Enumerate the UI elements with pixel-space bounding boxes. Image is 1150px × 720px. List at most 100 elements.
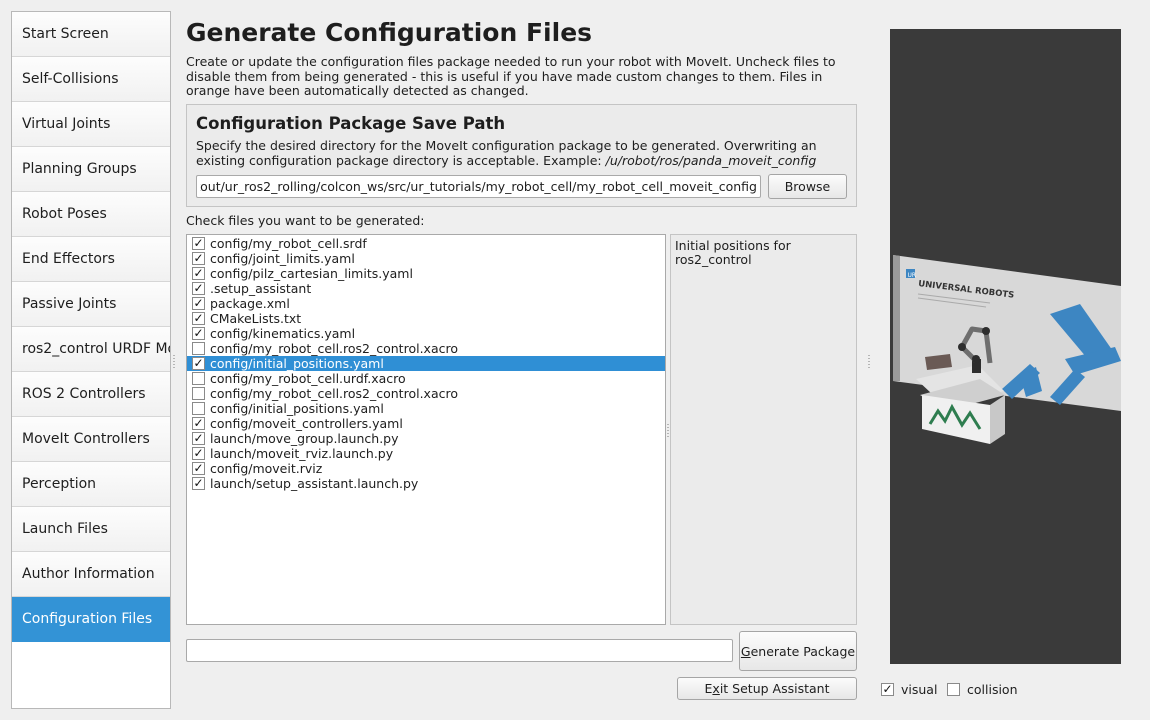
file-name: CMakeLists.txt	[210, 311, 302, 326]
file-name: config/moveit.rviz	[210, 461, 323, 476]
sidebar-item-planning-groups[interactable]: Planning Groups	[12, 147, 170, 192]
file-name: launch/move_group.launch.py	[210, 431, 399, 446]
file-checkbox[interactable]: ✓	[192, 357, 205, 370]
robot-3d-viewport[interactable]: UR UNIVERSAL ROBOTS	[890, 29, 1121, 664]
file-checkbox[interactable]: ✓	[192, 432, 205, 445]
viewport-splitter-handle[interactable]	[868, 355, 870, 369]
file-checkbox[interactable]: ✓	[192, 477, 205, 490]
sidebar-splitter-handle[interactable]	[173, 355, 175, 369]
file-checkbox[interactable]: ✓	[192, 327, 205, 340]
file-name: launch/setup_assistant.launch.py	[210, 476, 419, 491]
exit-mnemonic: x	[712, 681, 720, 696]
collision-checkbox[interactable]: collision	[947, 682, 1018, 697]
file-list-item[interactable]: config/my_robot_cell.ros2_control.xacro	[187, 341, 665, 356]
file-name: config/pilz_cartesian_limits.yaml	[210, 266, 413, 281]
file-list-item[interactable]: config/initial_positions.yaml	[187, 401, 665, 416]
file-list-item[interactable]: ✓ launch/moveit_rviz.launch.py	[187, 446, 665, 461]
robot-joint	[958, 343, 966, 351]
generate-package-button[interactable]: Generate Package	[739, 631, 857, 671]
file-checkbox[interactable]: ✓	[192, 417, 205, 430]
sidebar-item-author-information[interactable]: Author Information	[12, 552, 170, 597]
sidebar-item-virtual-joints[interactable]: Virtual Joints	[12, 102, 170, 147]
save-path-example: /u/robot/ros/panda_moveit_config	[605, 152, 817, 168]
file-list-item[interactable]: ✓ config/pilz_cartesian_limits.yaml	[187, 266, 665, 281]
file-name: config/my_robot_cell.urdf.xacro	[210, 371, 406, 386]
save-path-title: Configuration Package Save Path	[196, 114, 506, 133]
file-name: config/joint_limits.yaml	[210, 251, 355, 266]
sidebar-item-moveit-controllers[interactable]: MoveIt Controllers	[12, 417, 170, 462]
file-name: config/my_robot_cell.ros2_control.xacro	[210, 341, 458, 356]
file-name: launch/moveit_rviz.launch.py	[210, 446, 394, 461]
status-field[interactable]	[186, 639, 733, 662]
file-name: package.xml	[210, 296, 290, 311]
file-name: config/my_robot_cell.ros2_control.xacro	[210, 386, 458, 401]
file-list-item[interactable]: ✓ config/moveit_controllers.yaml	[187, 416, 665, 431]
poster-edge	[893, 255, 900, 381]
collision-checkbox-box[interactable]	[947, 683, 960, 696]
main-panel: Generate Configuration Files Create or u…	[186, 0, 858, 720]
file-checkbox[interactable]: ✓	[192, 252, 205, 265]
sidebar-item-perception[interactable]: Perception	[12, 462, 170, 507]
visual-checkbox-box[interactable]: ✓	[881, 683, 894, 696]
file-list-item[interactable]: ✓ launch/move_group.launch.py	[187, 431, 665, 446]
sidebar-item-start-screen[interactable]: Start Screen	[12, 12, 170, 57]
file-description-panel: Initial positions for ros2_control	[670, 234, 857, 625]
file-list-item[interactable]: ✓ CMakeLists.txt	[187, 311, 665, 326]
generate-label: enerate Package	[750, 643, 856, 659]
file-checkbox[interactable]: ✓	[192, 237, 205, 250]
file-list-item[interactable]: ✓ config/moveit.rviz	[187, 461, 665, 476]
file-name: config/initial_positions.yaml	[210, 356, 384, 371]
page-description: Create or update the configuration files…	[186, 54, 836, 98]
file-checkbox[interactable]: ✓	[192, 267, 205, 280]
save-path-description: Specify the desired directory for the Mo…	[196, 138, 851, 168]
browse-button[interactable]: Browse	[768, 174, 847, 199]
sidebar-item-ros2-control-urdf-mo[interactable]: ros2_control URDF Mo	[12, 327, 170, 372]
file-checkbox[interactable]	[192, 372, 205, 385]
exit-label: it Setup Assistant	[719, 681, 830, 696]
sidebar-item-ros-2-controllers[interactable]: ROS 2 Controllers	[12, 372, 170, 417]
file-checkbox[interactable]: ✓	[192, 282, 205, 295]
file-checkbox[interactable]	[192, 402, 205, 415]
save-path-input[interactable]	[196, 175, 761, 198]
file-list-item[interactable]: ✓ launch/setup_assistant.launch.py	[187, 476, 665, 491]
robot-scene: UR UNIVERSAL ROBOTS	[893, 255, 1121, 444]
file-list-item[interactable]: ✓ package.xml	[187, 296, 665, 311]
file-list-item[interactable]: ✓ config/kinematics.yaml	[187, 326, 665, 341]
sidebar: Start Screen Self-Collisions Virtual Joint…	[11, 11, 171, 709]
sidebar-item-launch-files[interactable]: Launch Files	[12, 507, 170, 552]
file-list-item[interactable]: ✓ .setup_assistant	[187, 281, 665, 296]
file-checkbox[interactable]: ✓	[192, 462, 205, 475]
robot-joint	[972, 355, 980, 363]
visual-label: visual	[901, 682, 938, 697]
sidebar-item-passive-joints[interactable]: Passive Joints	[12, 282, 170, 327]
file-checkbox[interactable]	[192, 342, 205, 355]
sidebar-item-robot-poses[interactable]: Robot Poses	[12, 192, 170, 237]
file-name: config/moveit_controllers.yaml	[210, 416, 403, 431]
file-list[interactable]: ✓ config/my_robot_cell.srdf ✓ config/joint_…	[186, 234, 666, 625]
file-name: config/my_robot_cell.srdf	[210, 236, 367, 251]
generate-mnemonic: G	[740, 643, 751, 659]
collision-label: collision	[967, 682, 1018, 697]
page-title: Generate Configuration Files	[186, 18, 593, 47]
sidebar-item-self-collisions[interactable]: Self-Collisions	[12, 57, 170, 102]
sidebar-item-end-effectors[interactable]: End Effectors	[12, 237, 170, 282]
ur-logo-text: UR	[908, 272, 917, 279]
file-list-item[interactable]: config/my_robot_cell.ros2_control.xacro	[187, 386, 665, 401]
file-checkbox[interactable]: ✓	[192, 297, 205, 310]
file-name: config/kinematics.yaml	[210, 326, 356, 341]
file-checkbox[interactable]	[192, 387, 205, 400]
table-side	[990, 395, 1005, 444]
files-label: Check files you want to be generated:	[186, 213, 425, 228]
file-list-splitter-handle[interactable]	[667, 424, 669, 438]
visual-checkbox[interactable]: ✓ visual	[881, 682, 937, 697]
file-list-item[interactable]: ✓ config/my_robot_cell.srdf	[187, 236, 665, 251]
file-checkbox[interactable]: ✓	[192, 312, 205, 325]
file-checkbox[interactable]: ✓	[192, 447, 205, 460]
sidebar-item-configuration-files[interactable]: Configuration Files	[12, 597, 170, 642]
file-list-item[interactable]: ✓ config/joint_limits.yaml	[187, 251, 665, 266]
file-list-item[interactable]: ✓ config/initial_positions.yaml	[187, 356, 665, 371]
file-list-item[interactable]: config/my_robot_cell.urdf.xacro	[187, 371, 665, 386]
exit-setup-assistant-button[interactable]: Exit Setup Assistant	[677, 677, 857, 700]
robot-joint	[982, 327, 990, 335]
file-name: config/initial_positions.yaml	[210, 401, 384, 416]
